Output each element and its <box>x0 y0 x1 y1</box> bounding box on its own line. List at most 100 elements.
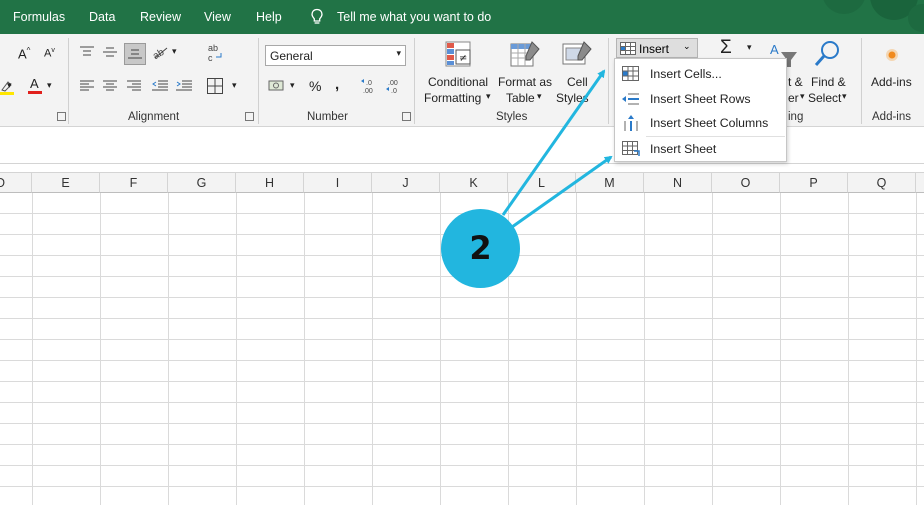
insert-button-label: Insert <box>639 42 670 56</box>
alignment-dialog-launcher[interactable] <box>245 112 254 121</box>
menu-item-insert-sheet-rows[interactable]: Insert Sheet Rows <box>615 87 786 111</box>
dropdown-arrow-icon[interactable]: ▾ <box>232 80 237 91</box>
comma-style-icon[interactable]: , <box>335 76 339 93</box>
svg-text:.00: .00 <box>363 88 373 95</box>
dropdown-arrow-icon[interactable]: ▾ <box>47 80 52 91</box>
number-dialog-launcher[interactable] <box>402 112 411 121</box>
column-header-l[interactable]: L <box>508 172 576 193</box>
lightbulb-icon <box>311 8 323 24</box>
insert-rows-icon <box>622 93 639 105</box>
merge-center-icon[interactable] <box>207 78 223 94</box>
column-header-o[interactable]: O <box>712 172 780 193</box>
decrease-font-icon[interactable]: Av <box>44 47 55 60</box>
dropdown-arrow-icon[interactable]: ▾ <box>172 46 177 57</box>
align-bottom-button[interactable] <box>124 43 146 65</box>
cell-styles-icon <box>562 41 592 65</box>
separator <box>68 38 69 124</box>
insert-cells-button[interactable]: Insert ⌄ <box>616 38 698 58</box>
font-dialog-launcher[interactable] <box>57 112 66 121</box>
column-header-j[interactable]: J <box>372 172 440 193</box>
group-label-editing-partial: ing <box>788 111 804 123</box>
column-header-f[interactable]: F <box>100 172 168 193</box>
find-select-label-2: Select <box>808 91 842 105</box>
group-label-number: Number <box>307 111 348 123</box>
align-left-icon[interactable] <box>80 80 94 92</box>
column-header-q[interactable]: Q <box>848 172 916 193</box>
tab-formulas[interactable]: Formulas <box>13 10 65 24</box>
decrease-indent-icon[interactable] <box>152 80 168 92</box>
column-header-d[interactable]: D <box>0 172 32 193</box>
increase-decimal-icon[interactable]: .0.00 <box>360 77 380 95</box>
align-middle-icon[interactable] <box>103 46 117 58</box>
column-header-p[interactable]: P <box>780 172 848 193</box>
svg-text:A: A <box>770 42 779 57</box>
insert-cells-icon <box>620 42 636 55</box>
dropdown-arrow-icon: ▾ <box>537 91 542 101</box>
autosum-icon[interactable]: Σ <box>720 37 732 59</box>
svg-text:ab: ab <box>208 43 218 53</box>
accounting-format-icon[interactable] <box>268 78 286 94</box>
svg-text:.0: .0 <box>391 88 397 95</box>
menu-item-label: Insert Cells... <box>650 67 722 81</box>
group-label-alignment: Alignment <box>128 111 180 123</box>
column-header-e[interactable]: E <box>32 172 100 193</box>
increase-font-icon[interactable]: A^ <box>18 46 30 61</box>
menu-item-insert-sheet-columns[interactable]: Insert Sheet Columns <box>615 111 786 135</box>
separator <box>608 38 609 124</box>
align-top-icon[interactable] <box>80 46 94 58</box>
insert-dropdown-menu: Insert Cells... Insert Sheet Rows Insert… <box>614 58 787 162</box>
step-number-badge: 2 <box>441 209 520 288</box>
insert-sheet-icon <box>622 141 640 156</box>
insert-cells-icon <box>622 66 639 81</box>
decorative-pattern <box>823 0 924 32</box>
addins-icon[interactable] <box>883 46 901 64</box>
increase-indent-icon[interactable] <box>176 80 192 92</box>
menu-item-label: Insert Sheet <box>650 142 717 156</box>
svg-text:≠: ≠ <box>459 53 467 64</box>
column-header-n[interactable]: N <box>644 172 712 193</box>
sort-filter-label-2: er <box>788 91 799 105</box>
dropdown-arrow-icon: ▾ <box>842 91 847 101</box>
tab-review[interactable]: Review <box>140 10 181 24</box>
svg-text:A: A <box>30 76 39 91</box>
tab-view[interactable]: View <box>204 10 231 24</box>
percent-style-icon[interactable]: % <box>309 78 321 94</box>
column-header-g[interactable]: G <box>168 172 236 193</box>
dropdown-arrow-icon[interactable]: ▾ <box>747 42 752 53</box>
conditional-formatting-label-1: Conditional <box>428 75 489 89</box>
svg-text:.00: .00 <box>388 80 398 87</box>
align-bottom-icon <box>128 49 142 59</box>
column-header-h[interactable]: H <box>236 172 304 193</box>
tab-help[interactable]: Help <box>256 10 282 24</box>
tab-data[interactable]: Data <box>89 10 115 24</box>
menu-item-insert-sheet[interactable]: Insert Sheet <box>615 137 786 161</box>
menu-item-label: Insert Sheet Columns <box>650 116 769 130</box>
column-letter: D <box>0 176 6 190</box>
conditional-formatting-icon: ≠ <box>445 41 471 67</box>
dropdown-arrow-icon[interactable]: ▾ <box>290 80 295 91</box>
format-as-table-icon <box>510 41 540 67</box>
svg-text:.0: .0 <box>366 80 372 87</box>
column-header-m[interactable]: M <box>576 172 644 193</box>
group-label-addins: Add-ins <box>872 111 911 123</box>
menu-item-insert-cells[interactable]: Insert Cells... <box>615 62 786 86</box>
number-format-select[interactable]: General ▾ <box>265 45 406 66</box>
conditional-formatting-label-2: Formatting <box>424 91 482 105</box>
font-color-icon[interactable]: A <box>28 76 44 96</box>
format-as-table-label-2: Table <box>506 91 535 105</box>
find-select-label-1: Find & <box>811 75 846 89</box>
wrap-text-icon[interactable]: abc <box>207 42 223 64</box>
orientation-icon[interactable]: ab <box>152 44 170 60</box>
menu-item-label: Insert Sheet Rows <box>650 92 751 106</box>
svg-text:ab: ab <box>152 47 167 60</box>
decrease-decimal-icon[interactable]: .00.0 <box>385 77 405 95</box>
align-right-icon[interactable] <box>127 80 141 92</box>
dropdown-arrow-icon[interactable]: ▾ <box>7 80 12 91</box>
tell-me-search[interactable]: Tell me what you want to do <box>337 10 491 24</box>
column-header-k[interactable]: K <box>440 172 508 193</box>
cell-styles-label-2: Styles <box>556 91 589 105</box>
column-header-r[interactable] <box>916 172 924 193</box>
find-select-icon[interactable] <box>813 39 843 69</box>
column-header-i[interactable]: I <box>304 172 372 193</box>
align-center-icon[interactable] <box>103 80 117 92</box>
